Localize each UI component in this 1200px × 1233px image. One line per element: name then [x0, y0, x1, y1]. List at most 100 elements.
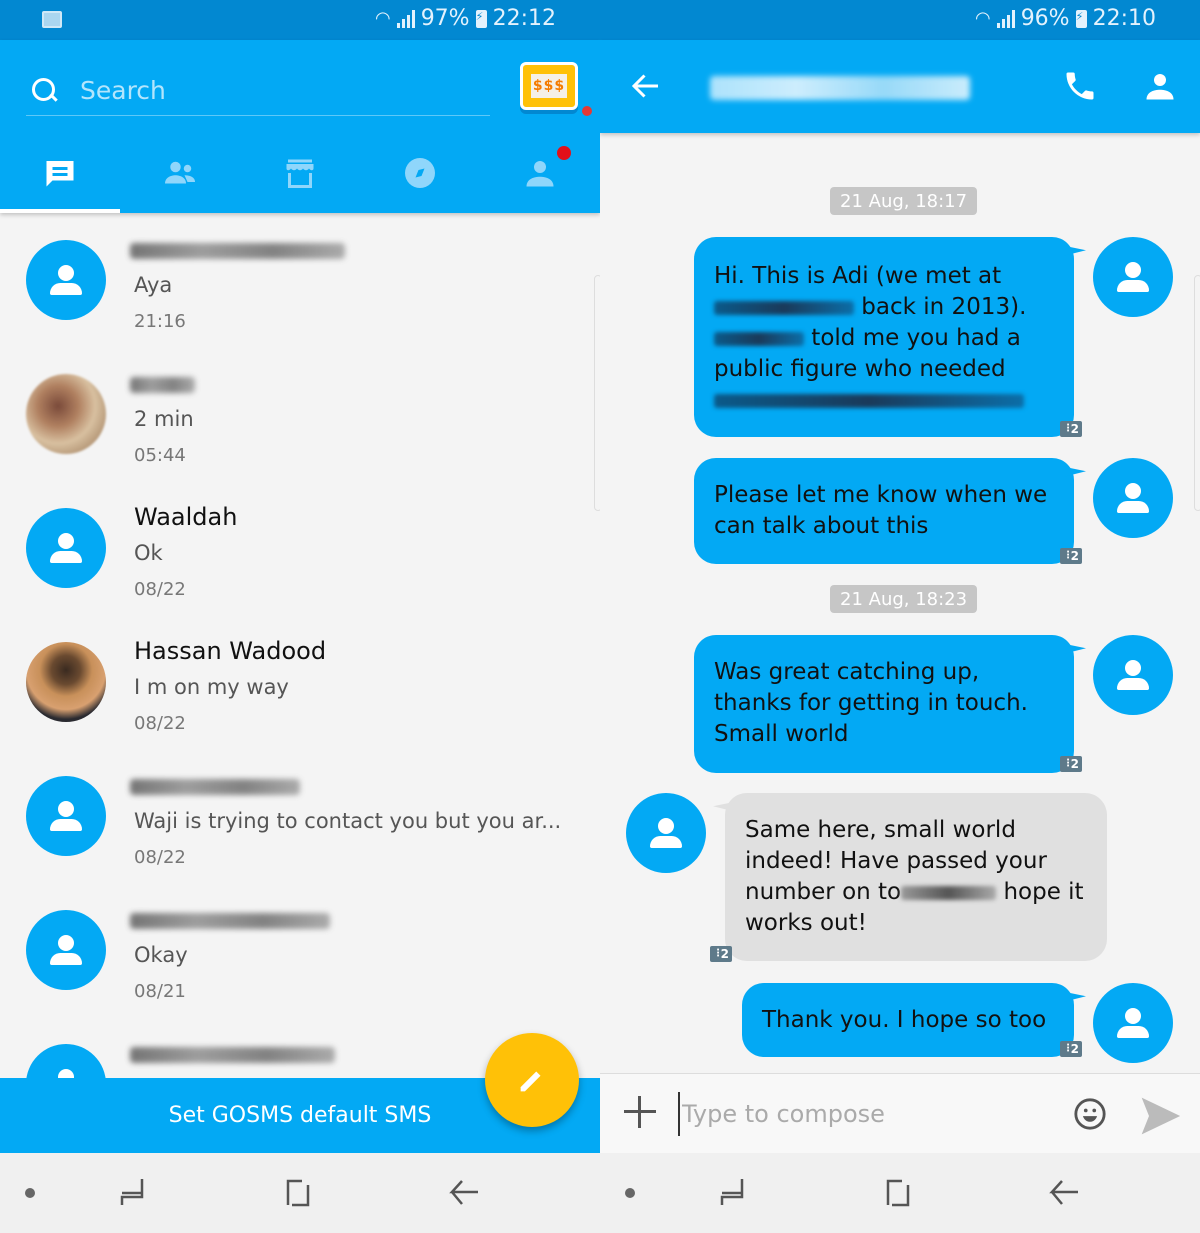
- main-tabs: [0, 133, 600, 213]
- recents-button[interactable]: [712, 1175, 752, 1211]
- conversation-item[interactable]: 2 min 05:44: [0, 347, 600, 481]
- contacts-icon: [165, 161, 195, 184]
- app-header: $$$: [0, 40, 600, 213]
- system-nav-bar: [0, 1153, 600, 1233]
- message-preview: Waji is trying to contact you but you ar…: [134, 809, 562, 833]
- redacted-text: [901, 885, 997, 900]
- tab-discover[interactable]: [360, 133, 480, 213]
- person-icon: [50, 1069, 82, 1078]
- conversation-item[interactable]: Waji is trying to contact you but you ar…: [0, 749, 600, 883]
- person-icon: [650, 818, 682, 848]
- avatar: [26, 776, 106, 856]
- sim2-indicator: 2: [710, 946, 732, 962]
- person-icon: [1117, 483, 1149, 513]
- profile-icon: [526, 161, 554, 187]
- nav-dot: [25, 1188, 35, 1198]
- contact-name-redacted: [130, 1047, 335, 1063]
- person-icon: [50, 801, 82, 831]
- redacted-text: [714, 393, 1024, 408]
- compass-icon: [405, 158, 435, 188]
- outgoing-message[interactable]: Hi. This is Adi (we met at back in 2013)…: [694, 237, 1074, 437]
- home-button[interactable]: [878, 1175, 918, 1211]
- status-bar: ◠ 97% 22:12: [0, 0, 600, 40]
- tab-store[interactable]: [240, 133, 360, 213]
- my-avatar: [1093, 237, 1173, 317]
- back-button[interactable]: [1046, 1175, 1086, 1211]
- wifi-icon: ◠: [974, 8, 991, 29]
- message-time: 08/22: [134, 847, 186, 868]
- sim2-indicator: 2: [1060, 548, 1082, 564]
- my-avatar: [1093, 458, 1173, 538]
- send-icon[interactable]: [1138, 1092, 1182, 1140]
- search-bar[interactable]: [26, 66, 490, 116]
- message-preview: 2 min: [134, 407, 194, 431]
- avatar-photo: [26, 374, 106, 454]
- message-text: Hi. This is Adi (we met at: [714, 263, 1002, 289]
- my-avatar: [1093, 983, 1173, 1063]
- person-icon: [1117, 262, 1149, 292]
- edge-panel-handle[interactable]: [1194, 275, 1200, 511]
- compose-input[interactable]: [678, 1092, 1048, 1136]
- contact-name-redacted: [130, 779, 300, 795]
- signal-icon: [996, 9, 1015, 28]
- contact-name: Waaldah: [134, 503, 238, 531]
- my-avatar: [1093, 635, 1173, 715]
- conversation-item[interactable]: Waaldah Ok 08/22: [0, 481, 600, 615]
- message-text: back in 2013).: [854, 294, 1027, 320]
- message-text: told me you had a: [804, 325, 1021, 351]
- avatar: [26, 240, 106, 320]
- conversation-list: Aya 21:16 2 min 05:44 Waaldah Ok 08/22 H…: [0, 213, 600, 1078]
- nav-dot: [625, 1188, 635, 1198]
- message-text: Please let me know when we can talk abou…: [714, 482, 1048, 539]
- outgoing-message[interactable]: Was great catching up, thanks for gettin…: [694, 635, 1074, 773]
- home-button[interactable]: [278, 1175, 318, 1211]
- message-time: 08/22: [134, 579, 186, 600]
- tab-profile[interactable]: [480, 133, 600, 213]
- slot-machine-promo-icon[interactable]: $$$: [520, 62, 578, 110]
- back-arrow-icon[interactable]: [628, 68, 664, 104]
- person-icon: [50, 935, 82, 965]
- attach-plus-icon[interactable]: [624, 1096, 656, 1128]
- notification-badge: [557, 146, 571, 160]
- conversation-item[interactable]: Okay 08/21: [0, 883, 600, 1017]
- outgoing-message[interactable]: Please let me know when we can talk abou…: [694, 458, 1074, 564]
- clock: 22:12: [492, 6, 556, 31]
- avatar-photo: [26, 642, 106, 722]
- tab-messages[interactable]: [0, 133, 120, 213]
- contact-name-redacted: [130, 377, 195, 393]
- compose-fab[interactable]: [485, 1033, 579, 1127]
- person-icon: [1117, 1008, 1149, 1038]
- message-preview: Aya: [134, 273, 173, 297]
- contact-profile-icon[interactable]: [1142, 68, 1178, 104]
- incoming-message[interactable]: Same here, small world indeed! Have pass…: [725, 793, 1107, 961]
- message-time: 05:44: [134, 445, 186, 466]
- date-separator: 21 Aug, 18:17: [830, 187, 978, 215]
- message-text: public figure who needed: [714, 356, 1006, 382]
- message-text: Thank you. I hope so too: [762, 1007, 1047, 1033]
- avatar: [26, 910, 106, 990]
- recents-button[interactable]: [112, 1175, 152, 1211]
- conversation-item[interactable]: Aya 21:16: [0, 213, 600, 347]
- message-preview: Ok: [134, 541, 163, 565]
- outgoing-message[interactable]: Thank you. I hope so too: [742, 983, 1074, 1057]
- avatar: [26, 508, 106, 588]
- conversation-item[interactable]: Hassan Wadood I m on my way 08/22: [0, 615, 600, 749]
- person-icon: [50, 533, 82, 563]
- wifi-icon: ◠: [374, 8, 391, 29]
- person-icon: [1117, 660, 1149, 690]
- chat-screen: ◠ 96% 22:10 21 Aug, 18:17 Hi. This is Ad…: [600, 0, 1200, 1233]
- search-input[interactable]: [80, 76, 460, 105]
- message-icon: [46, 161, 74, 187]
- avatar: [26, 1044, 106, 1078]
- gallery-notification-icon: [42, 11, 62, 28]
- battery-percent: 97%: [420, 6, 470, 31]
- tab-contacts[interactable]: [120, 133, 240, 213]
- contact-name: Hassan Wadood: [134, 637, 327, 665]
- back-button[interactable]: [446, 1175, 486, 1211]
- phone-icon[interactable]: [1062, 68, 1098, 104]
- sim2-indicator: 2: [1060, 421, 1082, 437]
- message-thread: 21 Aug, 18:17 Hi. This is Adi (we met at…: [600, 133, 1200, 1073]
- battery-icon: [1075, 9, 1087, 28]
- emoji-icon[interactable]: [1073, 1097, 1107, 1131]
- message-text: Was great catching up, thanks for gettin…: [714, 659, 1028, 747]
